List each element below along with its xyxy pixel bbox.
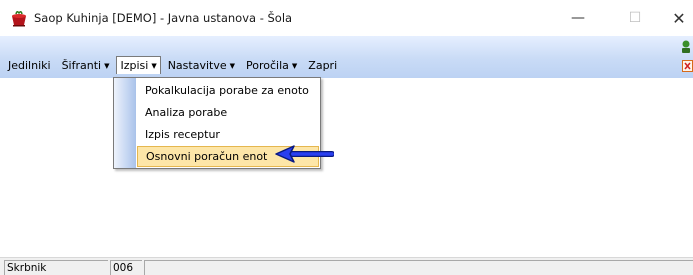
menu-item-label: Izpisi bbox=[120, 59, 149, 72]
menu-icon-strip bbox=[114, 78, 136, 168]
maximize-button[interactable]: ☐ bbox=[612, 0, 658, 36]
pointer-arrow-icon bbox=[275, 145, 334, 163]
toolbar-figure-icon[interactable] bbox=[680, 40, 692, 54]
chevron-down-icon: ▼ bbox=[104, 61, 110, 70]
status-code: 006 bbox=[110, 260, 142, 275]
menu-sifranti[interactable]: Šifranti ▼ bbox=[58, 56, 114, 75]
menu-item-label: Jedilniki bbox=[8, 58, 51, 72]
menu-item-izpis-receptur[interactable]: Izpis receptur bbox=[137, 124, 319, 145]
status-user: Skrbnik bbox=[4, 260, 108, 275]
menu-izpisi[interactable]: Izpisi ▼ bbox=[116, 56, 161, 74]
menu-item-label: Nastavitve bbox=[167, 58, 227, 72]
menu-item-label: Šifranti bbox=[61, 58, 102, 72]
menu-bar: Jedilniki Šifranti ▼ Izpisi ▼ Nastavitve ▼ … bbox=[4, 55, 344, 75]
chevron-down-icon: ▼ bbox=[291, 61, 298, 70]
menu-item-pokalkulacija[interactable]: Pokalkulacija porabe za enoto bbox=[137, 80, 319, 101]
menu-nastavitve[interactable]: Nastavitve ▼ bbox=[164, 56, 239, 75]
toolbar-exit-icon[interactable] bbox=[682, 60, 693, 72]
close-button[interactable]: ✕ bbox=[656, 0, 693, 36]
status-bar: Skrbnik 006 bbox=[0, 257, 693, 275]
menu-item-label: Poročila bbox=[246, 58, 289, 72]
menu-item-analiza-porabe[interactable]: Analiza porabe bbox=[137, 102, 319, 123]
minimize-button[interactable]: — bbox=[555, 0, 601, 36]
menu-porocila[interactable]: Poročila ▼ bbox=[242, 56, 301, 75]
window-title: Saop Kuhinja [DEMO] - Javna ustanova - Š… bbox=[34, 11, 293, 25]
menu-jedilniki[interactable]: Jedilniki bbox=[4, 56, 55, 75]
chevron-down-icon: ▼ bbox=[151, 62, 157, 70]
title-bar: Saop Kuhinja [DEMO] - Javna ustanova - Š… bbox=[0, 0, 693, 36]
chevron-down-icon: ▼ bbox=[229, 61, 236, 70]
menu-zapri[interactable]: Zapri bbox=[304, 56, 341, 75]
status-message bbox=[144, 260, 693, 275]
menu-item-label: Zapri bbox=[308, 58, 338, 72]
app-logo-icon bbox=[12, 10, 26, 27]
